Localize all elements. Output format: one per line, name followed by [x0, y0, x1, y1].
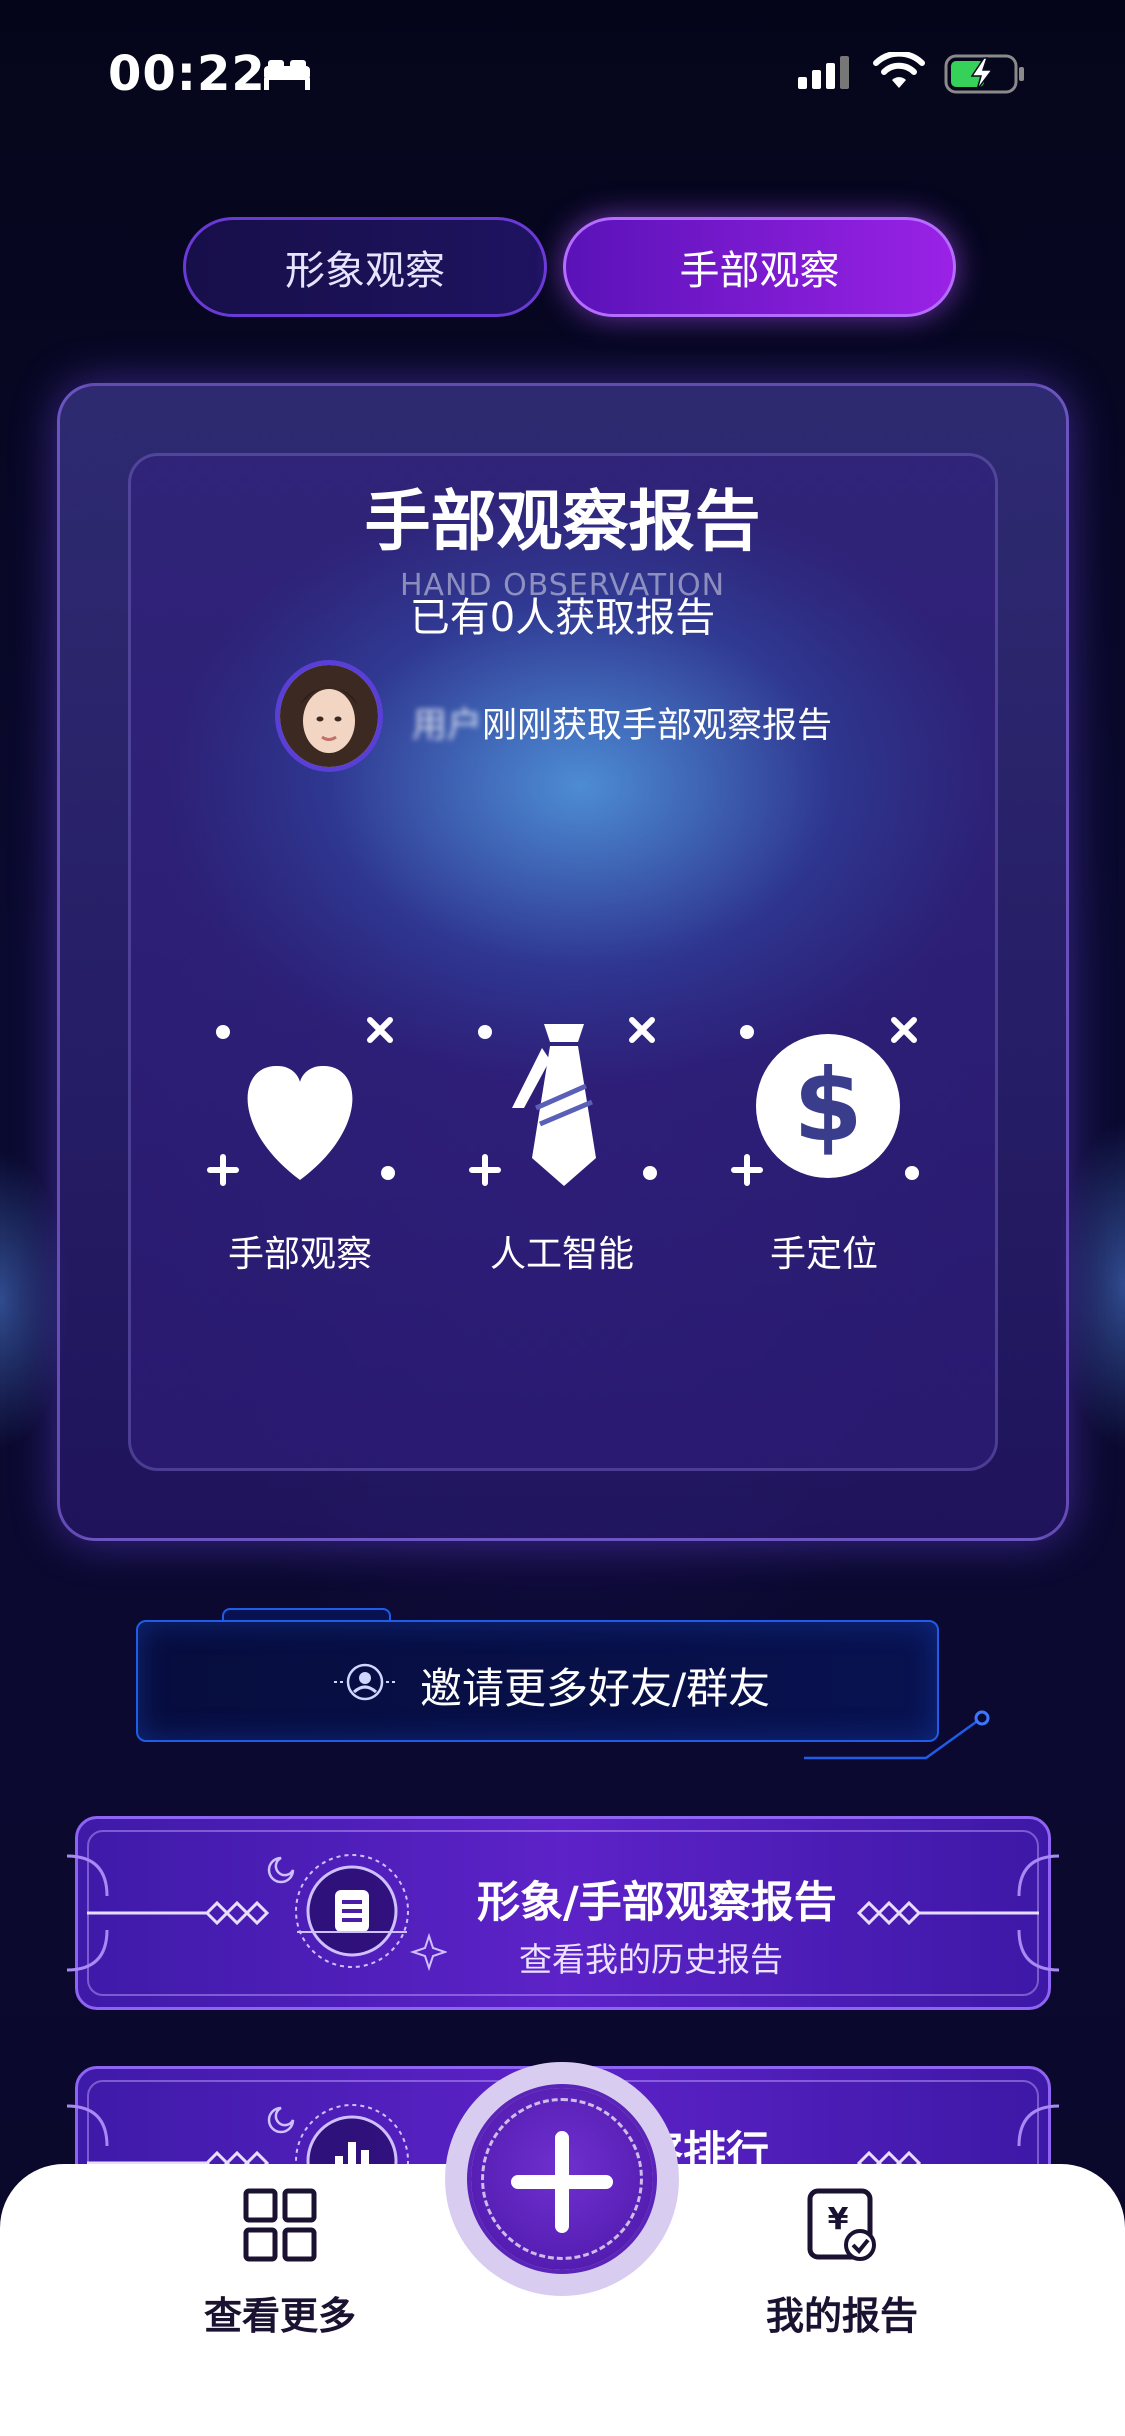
report-count: 已有0人获取报告 [409, 595, 716, 641]
nav-see-more-label: 查看更多 [203, 2294, 356, 2338]
svg-text:¥: ¥ [828, 2202, 849, 2237]
banner-title: 形象/手部观察报告 [477, 1878, 837, 1928]
tab-image-observation[interactable]: 形象观察 [183, 217, 547, 317]
tie-icon [469, 1017, 657, 1186]
banner-right-ornament [856, 1854, 1059, 1972]
tab-hand-observation[interactable]: 手部观察 [563, 217, 956, 317]
feature-label-hand: 手部观察 [227, 1234, 372, 1275]
feature-label-ai: 人工智能 [489, 1234, 634, 1275]
nav-my-reports-label: 我的报告 [765, 2294, 918, 2338]
battery-charging-icon [944, 54, 1024, 94]
report-receipt-icon: ¥ [807, 2188, 876, 2261]
sleep-mode-icon [264, 60, 310, 90]
nav-see-more[interactable]: 查看更多 [160, 2187, 400, 2340]
cellular-signal-icon [798, 56, 849, 89]
grid-icon [243, 2188, 317, 2262]
report-title: 手部观察报告 [364, 483, 761, 560]
svg-text:$: $ [793, 1047, 863, 1164]
dollar-icon: $ [731, 1017, 919, 1186]
plus-icon [511, 2131, 613, 2233]
feature-ai [452, 1008, 672, 1208]
recent-activity-notice: 用户 刚刚获取手部观察报告 [412, 697, 832, 748]
heart-icon [207, 1017, 395, 1186]
banner-subtitle: 查看我的历史报告 [519, 1940, 783, 1979]
document-icon [267, 1854, 447, 1972]
notice-text: 刚刚获取手部观察报告 [482, 706, 833, 746]
status-bar: 00:22 [0, 0, 1125, 150]
feature-label-positioning: 手定位 [769, 1234, 878, 1275]
invite-label: 邀请更多好友/群友 [420, 1664, 771, 1713]
history-report-banner[interactable]: 形象/手部观察报告 查看我的历史报告 [57, 1808, 1069, 2018]
circuit-decoration [804, 1710, 990, 1760]
nav-my-reports[interactable]: ¥ 我的报告 [722, 2187, 962, 2340]
avatar [275, 660, 383, 772]
feature-hand-positioning: $ [714, 1008, 934, 1208]
status-time: 00:22 [108, 46, 266, 102]
notice-username: 用户 [412, 706, 483, 746]
feature-hand-observation [190, 1008, 410, 1208]
banner-left-ornament [67, 1854, 270, 1972]
invite-user-icon [334, 1663, 396, 1701]
wifi-icon [873, 52, 925, 88]
